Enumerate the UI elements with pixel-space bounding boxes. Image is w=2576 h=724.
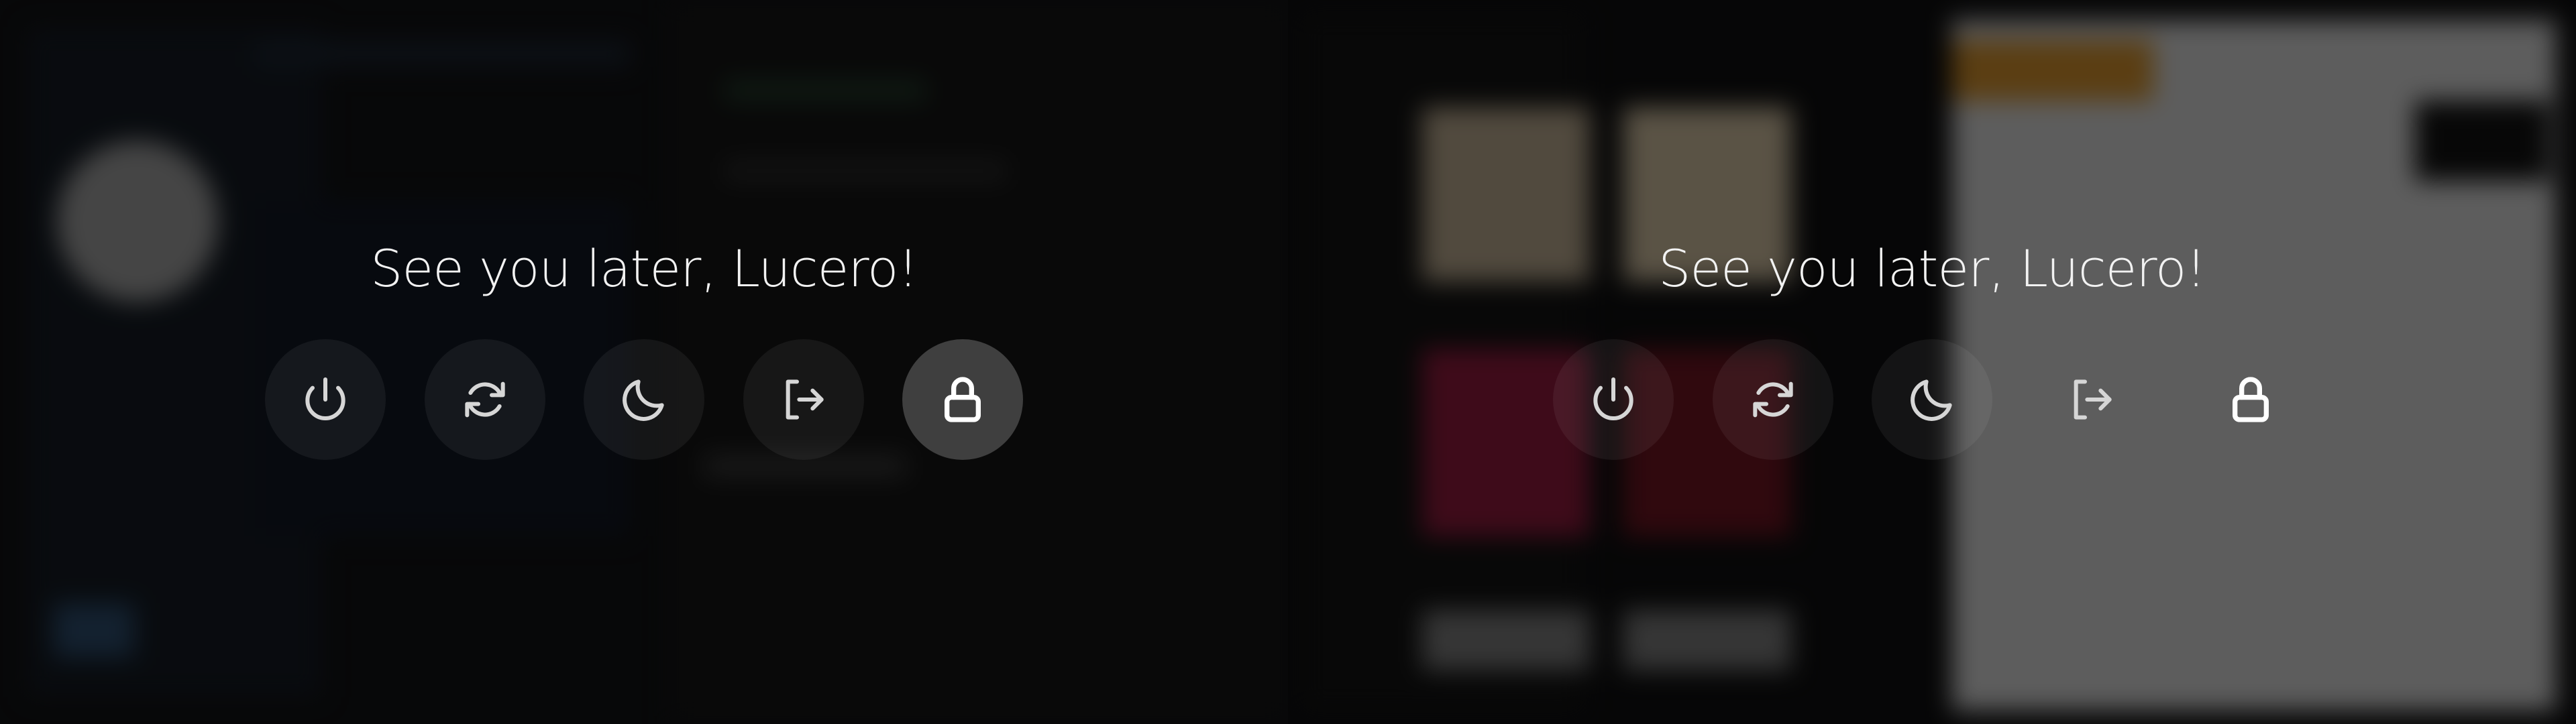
shutdown-button[interactable] (265, 339, 386, 460)
left-monitor: See you later, Lucero! (0, 0, 1288, 724)
suspend-button[interactable] (1872, 339, 1992, 460)
logout-button[interactable] (2031, 339, 2152, 460)
power-icon (305, 377, 345, 421)
power-actions (265, 339, 1023, 460)
greeting-text: See you later, Lucero! (370, 239, 918, 298)
power-icon (1593, 377, 1633, 421)
reboot-button[interactable] (424, 339, 545, 460)
lock-button[interactable] (902, 339, 1023, 460)
lock-button[interactable] (2190, 339, 2311, 460)
power-actions (1553, 339, 2311, 460)
lock-icon (945, 377, 981, 422)
moon-icon (623, 379, 664, 421)
shutdown-button[interactable] (1553, 339, 1674, 460)
logout-panel: See you later, Lucero! (1288, 0, 2576, 724)
greeting-text: See you later, Lucero! (1658, 239, 2206, 298)
moon-icon (1911, 379, 1952, 421)
refresh-icon (464, 381, 505, 418)
logout-icon (786, 379, 824, 420)
lock-icon (2233, 377, 2269, 422)
suspend-button[interactable] (584, 339, 704, 460)
logout-button[interactable] (743, 339, 864, 460)
logout-panel: See you later, Lucero! (0, 0, 1288, 724)
right-monitor: See you later, Lucero! (1288, 0, 2576, 724)
refresh-icon (1752, 381, 1793, 418)
reboot-button[interactable] (1712, 339, 1833, 460)
logout-icon (2074, 379, 2112, 420)
